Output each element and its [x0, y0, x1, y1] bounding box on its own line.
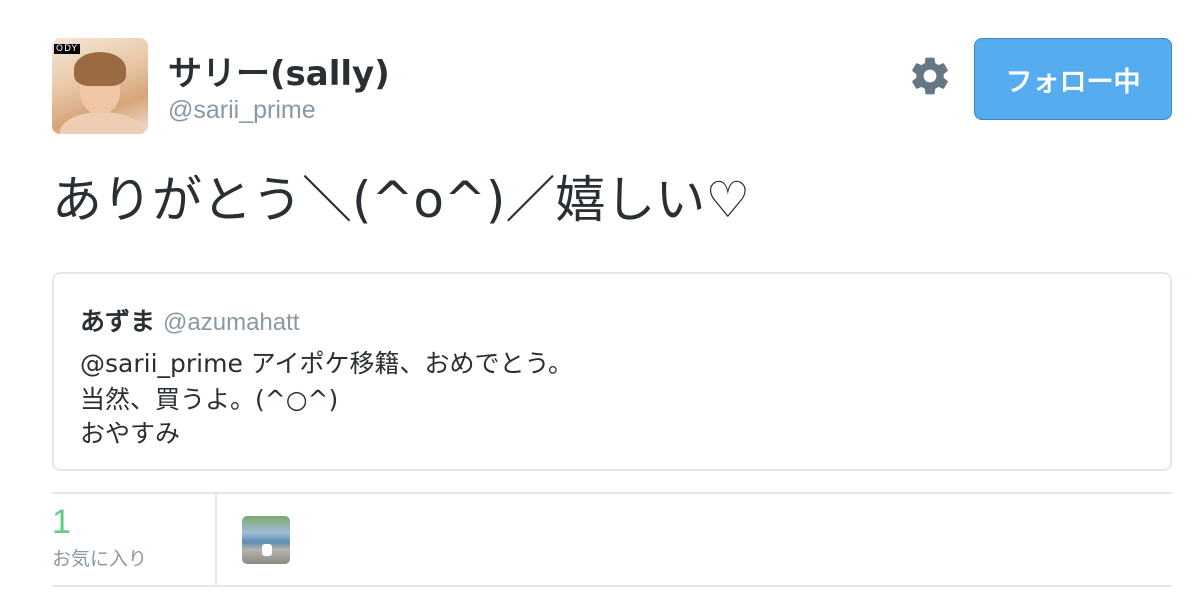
avatar-shoulder — [60, 112, 144, 134]
quoted-tweet-header: あずま @azumahatt — [80, 302, 299, 338]
avatar-hair — [74, 52, 126, 86]
gear-icon[interactable] — [908, 54, 952, 98]
quoted-text-line-3: おやすみ — [80, 419, 181, 448]
author-avatar[interactable]: ODY — [52, 38, 148, 134]
author-screen-name[interactable]: @sarii_prime — [168, 96, 316, 125]
quoted-text-line-2: 当然、買うよ。(^○^) — [80, 385, 339, 414]
favoriter-avatar[interactable] — [242, 516, 290, 564]
tweet-text: ありがとう＼(^o^)／嬉しい♡ — [52, 171, 751, 229]
quoted-author-name: あずま — [80, 307, 156, 336]
favoriter-avatar-figure — [262, 544, 272, 556]
stats-divider-top — [52, 492, 1172, 494]
stats-divider-vertical — [215, 494, 217, 585]
quoted-text-line-1: @sarii_prime アイポケ移籍、おめでとう。 — [80, 349, 574, 378]
favorites-count[interactable]: 1 — [52, 503, 71, 542]
avatar-tag: ODY — [54, 44, 81, 54]
stats-divider-bottom — [52, 585, 1172, 587]
tweet-page: ODY サリー(sally) @sarii_prime フォロー中 ありがとう＼… — [0, 0, 1192, 612]
author-display-name[interactable]: サリー(sally) — [168, 46, 390, 95]
quoted-author-screen-name: @azumahatt — [163, 309, 300, 336]
favorites-label: お気に入り — [52, 548, 148, 570]
quoted-tweet[interactable]: あずま @azumahatt @sarii_prime アイポケ移籍、おめでとう。… — [52, 272, 1172, 471]
following-button[interactable]: フォロー中 — [974, 38, 1172, 120]
